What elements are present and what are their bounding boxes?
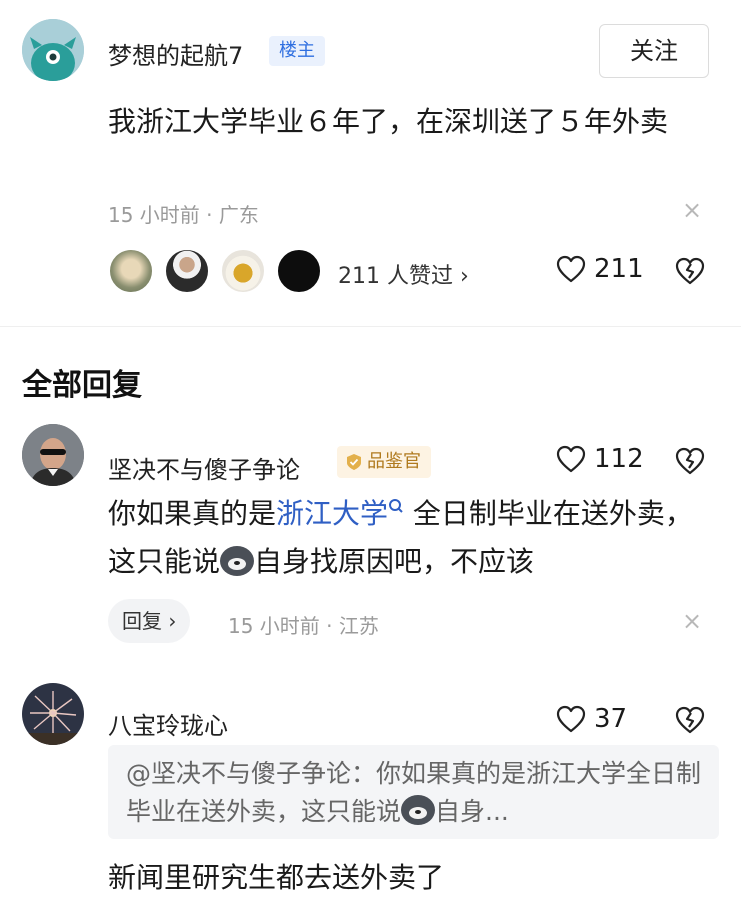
heart-icon xyxy=(556,445,586,473)
comment-like-count: 37 xyxy=(594,704,628,734)
comment-badge: 品鉴官 xyxy=(337,446,431,478)
comment-badge-label: 品鉴官 xyxy=(367,451,421,472)
op-like-count: 211 xyxy=(594,254,644,284)
op-avatar[interactable] xyxy=(22,19,84,81)
op-like-button[interactable]: 211 xyxy=(556,254,644,284)
comment-like-button[interactable]: 37 xyxy=(556,704,627,734)
monster-avatar-icon xyxy=(22,19,84,81)
reply-button[interactable]: 回复 › xyxy=(108,599,191,643)
comment-like-count: 112 xyxy=(594,444,644,474)
check-badge-icon xyxy=(347,454,361,470)
op-close-icon[interactable]: × xyxy=(682,198,702,222)
likers-count-link[interactable]: 211 人赞过 › xyxy=(338,258,469,290)
liker-avatar xyxy=(220,248,266,294)
comment-text: 新闻里研究生都去送外卖了 xyxy=(108,861,445,894)
comment-text: 你如果真的是浙江大学 全日制毕业在送外卖，这只能说 自身找原因吧，不应该 xyxy=(108,490,720,586)
quoted-reply[interactable]: @坚决不与傻子争论：你如果真的是浙江大学全日制毕业在送外卖，这只能说 自身... xyxy=(108,745,719,839)
comment-text-part: 自身找原因吧，不应该 xyxy=(254,545,535,578)
section-divider xyxy=(0,326,741,327)
liker-avatar xyxy=(108,248,154,294)
broken-heart-icon xyxy=(675,447,705,475)
heart-icon xyxy=(556,255,586,283)
quoted-text: 自身... xyxy=(435,797,509,826)
comment-avatar[interactable] xyxy=(22,424,84,486)
comment-dislike-button[interactable] xyxy=(674,705,706,739)
person-avatar-icon xyxy=(22,424,84,486)
comment-like-button[interactable]: 112 xyxy=(556,444,644,474)
op-badge: 楼主 xyxy=(269,36,325,66)
comment-author-name[interactable]: 八宝玲珑心 xyxy=(108,706,228,741)
comment-dislike-button[interactable] xyxy=(674,446,706,480)
comment-time-location: 15 小时前 · 江苏 xyxy=(228,614,379,638)
comment-avatar[interactable] xyxy=(22,683,84,745)
liker-avatar xyxy=(164,248,210,294)
comment-author-name[interactable]: 坚决不与傻子争论 xyxy=(108,450,300,485)
husky-emoji-icon xyxy=(220,546,255,576)
replies-section-title: 全部回复 xyxy=(22,368,142,403)
keyword-link[interactable]: 浙江大学 xyxy=(276,497,388,530)
broken-heart-icon xyxy=(675,706,705,734)
comment-text-part: 你如果真的是 xyxy=(108,497,277,530)
husky-emoji-icon xyxy=(401,795,436,825)
fireworks-avatar-icon xyxy=(22,683,84,745)
heart-icon xyxy=(556,705,586,733)
search-icon[interactable] xyxy=(388,498,404,518)
comment-close-icon[interactable]: × xyxy=(682,609,702,633)
op-dislike-button[interactable] xyxy=(674,256,706,290)
op-post-text: 我浙江大学毕业６年了，在深圳送了５年外卖 xyxy=(108,105,669,138)
follow-button[interactable]: 关注 xyxy=(599,24,709,78)
op-author-name[interactable]: 梦想的起航7 xyxy=(108,36,243,71)
op-time-location: 15 小时前 · 广东 xyxy=(108,203,259,227)
broken-heart-icon xyxy=(675,257,705,285)
liker-avatar xyxy=(276,248,322,294)
